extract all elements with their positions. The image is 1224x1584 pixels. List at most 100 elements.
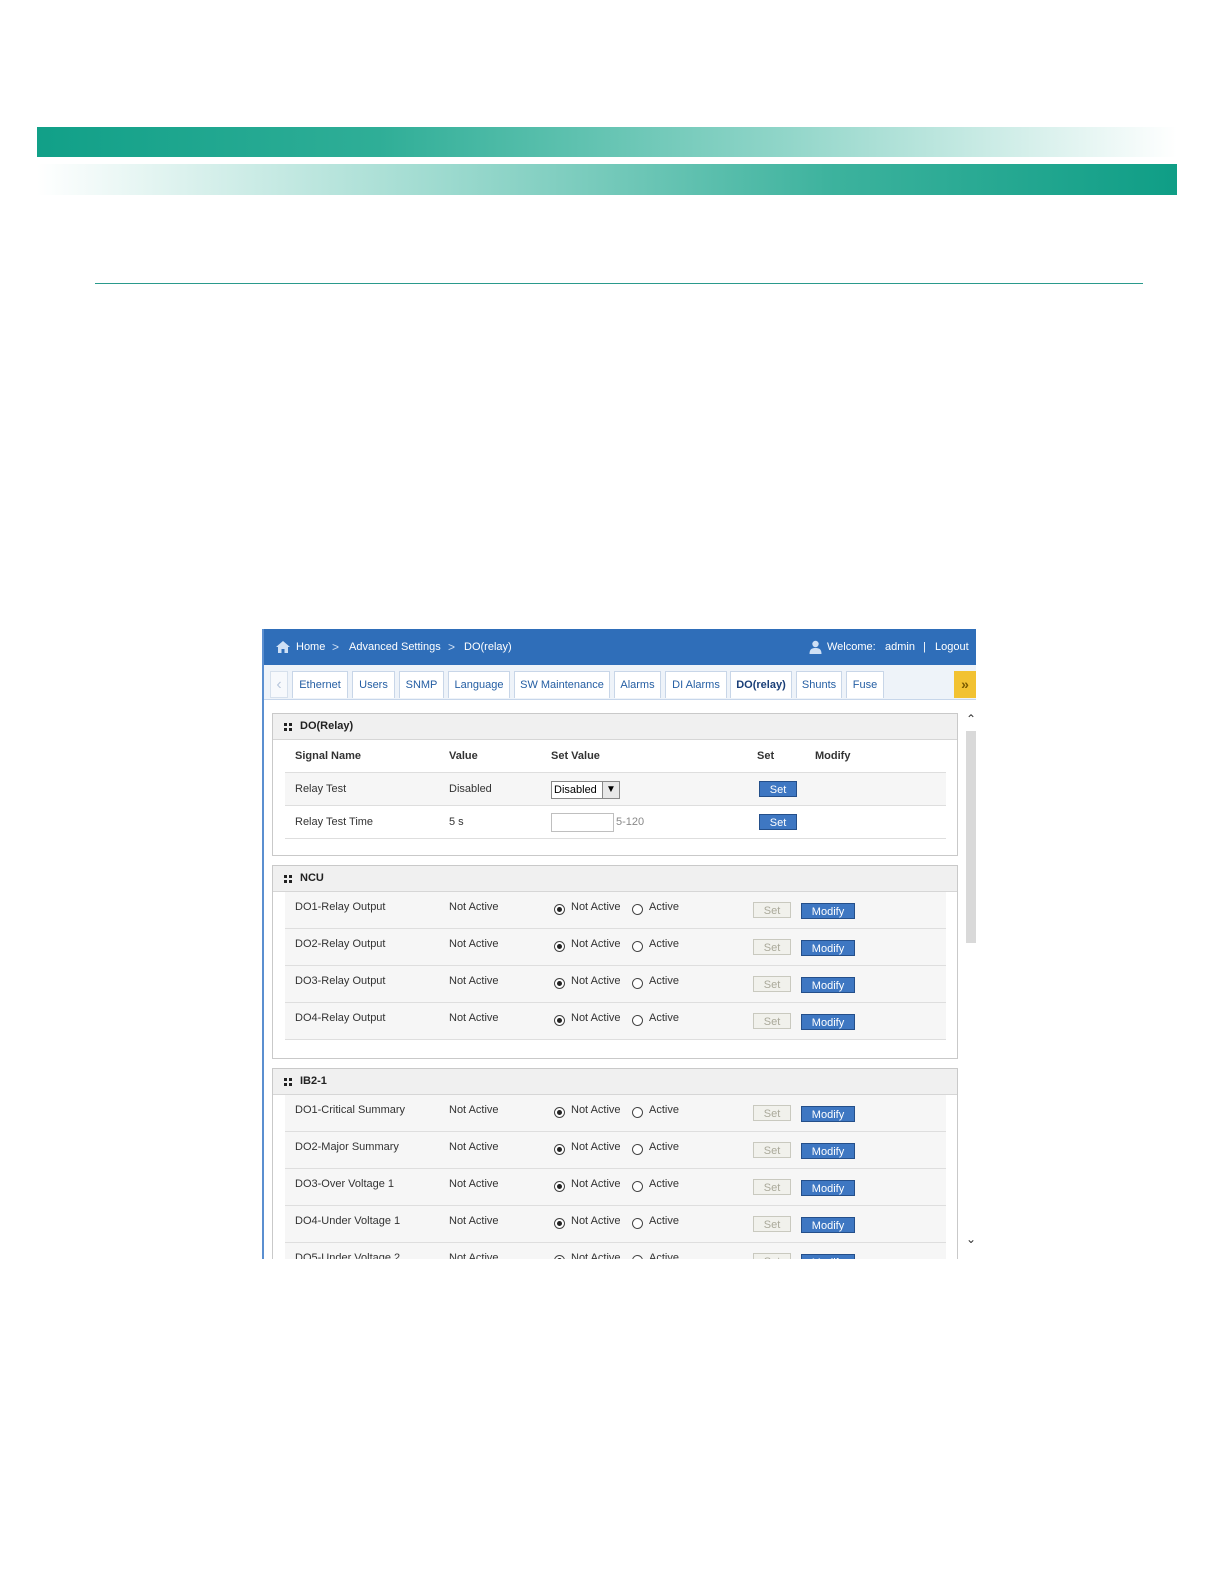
- radio-label: Not Active: [571, 1104, 621, 1116]
- radio-label: Active: [649, 938, 679, 950]
- breadcrumb-home[interactable]: Home: [296, 641, 325, 653]
- col-set: Set: [757, 750, 775, 762]
- modify-button[interactable]: Modify: [801, 1143, 855, 1159]
- chevron-left-icon[interactable]: ‹: [270, 671, 288, 698]
- radio-not-active[interactable]: [554, 941, 565, 952]
- radio-not-active[interactable]: [554, 1181, 565, 1192]
- set-button[interactable]: Set: [759, 814, 797, 830]
- modify-button[interactable]: Modify: [801, 940, 855, 956]
- signal-value: Not Active: [449, 938, 499, 950]
- grip-icon: [284, 875, 292, 883]
- set-button[interactable]: Set: [759, 781, 797, 797]
- modify-button[interactable]: Modify: [801, 903, 855, 919]
- radio-active[interactable]: [632, 1181, 643, 1192]
- signal-name: DO4-Under Voltage 1: [295, 1215, 401, 1227]
- chevron-right-icon[interactable]: »: [954, 671, 976, 698]
- radio-active[interactable]: [632, 1144, 643, 1155]
- radio-active[interactable]: [632, 1255, 643, 1259]
- relay-test-time-input[interactable]: [551, 813, 614, 832]
- panel-title: NCU: [300, 872, 324, 884]
- modify-button[interactable]: Modify: [801, 1014, 855, 1030]
- panel-header: IB2-1: [273, 1069, 957, 1095]
- signal-name: DO2-Major Summary: [295, 1141, 399, 1153]
- tab-fuse[interactable]: Fuse: [846, 671, 884, 698]
- radio-label: Active: [649, 975, 679, 987]
- user-divider: |: [923, 641, 926, 653]
- header-band-bottom: [37, 164, 1177, 195]
- modify-button[interactable]: Modify: [801, 1106, 855, 1122]
- set-button[interactable]: Set: [753, 939, 791, 955]
- radio-not-active[interactable]: [554, 1255, 565, 1259]
- set-button[interactable]: Set: [753, 1142, 791, 1158]
- table-header-row: Signal Name Value Set Value Set Modify: [285, 740, 946, 773]
- table-row: DO3-Relay Output Not Active Not Active Acti…: [285, 966, 946, 1003]
- table-row: DO5-Under Voltage 2 Not Active Not Active A…: [285, 1243, 946, 1259]
- radio-active[interactable]: [632, 904, 643, 915]
- modify-button[interactable]: Modify: [801, 1180, 855, 1196]
- radio-not-active[interactable]: [554, 1015, 565, 1026]
- modify-button[interactable]: Modify: [801, 1254, 855, 1259]
- tab-alarms[interactable]: Alarms: [614, 671, 661, 698]
- home-icon[interactable]: [275, 640, 291, 654]
- radio-not-active[interactable]: [554, 1107, 565, 1118]
- signal-value: Disabled: [449, 783, 492, 795]
- table-row: DO4-Under Voltage 1 Not Active Not Active A…: [285, 1206, 946, 1243]
- radio-not-active[interactable]: [554, 1144, 565, 1155]
- screenshot-frame: Home > Advanced Settings > DO(relay) Wel…: [262, 629, 976, 1259]
- signal-name: Relay Test: [295, 783, 347, 795]
- radio-label: Active: [649, 1178, 679, 1190]
- col-set-value: Set Value: [551, 750, 600, 762]
- scroll-down-icon[interactable]: ⌄: [964, 1233, 976, 1245]
- breadcrumb-separator: >: [448, 640, 456, 654]
- relay-test-select[interactable]: Disabled ▼: [551, 781, 620, 799]
- grip-icon: [284, 723, 292, 731]
- radio-not-active[interactable]: [554, 904, 565, 915]
- scrollbar-thumb[interactable]: [966, 731, 976, 943]
- radio-active[interactable]: [632, 1015, 643, 1026]
- header-band-top: [37, 127, 1177, 157]
- modify-button[interactable]: Modify: [801, 1217, 855, 1233]
- vertical-scrollbar[interactable]: ⌃ ⌄: [964, 713, 976, 1259]
- radio-active[interactable]: [632, 941, 643, 952]
- tab-sw-maintenance[interactable]: SW Maintenance: [514, 671, 610, 698]
- signal-value: Not Active: [449, 1104, 499, 1116]
- tab-users[interactable]: Users: [352, 671, 395, 698]
- tab-snmp[interactable]: SNMP: [399, 671, 444, 698]
- tab-di-alarms[interactable]: DI Alarms: [665, 671, 727, 698]
- panel-ib2-1: IB2-1 DO1-Critical Summary Not Active Not …: [272, 1068, 958, 1259]
- breadcrumb-separator: >: [332, 640, 340, 654]
- set-button[interactable]: Set: [753, 1216, 791, 1232]
- divider-line: [95, 283, 1143, 284]
- signal-name: DO4-Relay Output: [295, 1012, 386, 1024]
- signal-name: DO5-Under Voltage 2: [295, 1252, 401, 1259]
- radio-active[interactable]: [632, 978, 643, 989]
- scroll-up-icon[interactable]: ⌃: [964, 713, 976, 725]
- radio-not-active[interactable]: [554, 978, 565, 989]
- set-button[interactable]: Set: [753, 1179, 791, 1195]
- table-row: Relay Test Time 5 s 5-120 Set: [285, 806, 946, 839]
- signal-value: Not Active: [449, 1012, 499, 1024]
- top-nav-bar: Home > Advanced Settings > DO(relay) Wel…: [264, 629, 976, 665]
- table-row: DO1-Critical Summary Not Active Not Active…: [285, 1095, 946, 1132]
- table-row: DO1-Relay Output Not Active Not Active Acti…: [285, 892, 946, 929]
- signal-name: DO3-Over Voltage 1: [295, 1178, 395, 1190]
- tab-shunts[interactable]: Shunts: [796, 671, 842, 698]
- set-button[interactable]: Set: [753, 976, 791, 992]
- breadcrumb-advanced-settings[interactable]: Advanced Settings: [349, 641, 441, 653]
- tab-language[interactable]: Language: [448, 671, 510, 698]
- set-button[interactable]: Set: [753, 1253, 791, 1259]
- set-button[interactable]: Set: [753, 1013, 791, 1029]
- set-button[interactable]: Set: [753, 902, 791, 918]
- panel-ncu: NCU DO1-Relay Output Not Active Not Active…: [272, 865, 958, 1059]
- signal-value: Not Active: [449, 1141, 499, 1153]
- tab-do-relay[interactable]: DO(relay): [730, 671, 792, 698]
- tab-ethernet[interactable]: Ethernet: [292, 671, 348, 698]
- radio-label: Active: [649, 1104, 679, 1116]
- radio-not-active[interactable]: [554, 1218, 565, 1229]
- radio-active[interactable]: [632, 1218, 643, 1229]
- modify-button[interactable]: Modify: [801, 977, 855, 993]
- select-value: Disabled: [554, 784, 597, 796]
- set-button[interactable]: Set: [753, 1105, 791, 1121]
- radio-active[interactable]: [632, 1107, 643, 1118]
- logout-link[interactable]: Logout: [935, 641, 969, 653]
